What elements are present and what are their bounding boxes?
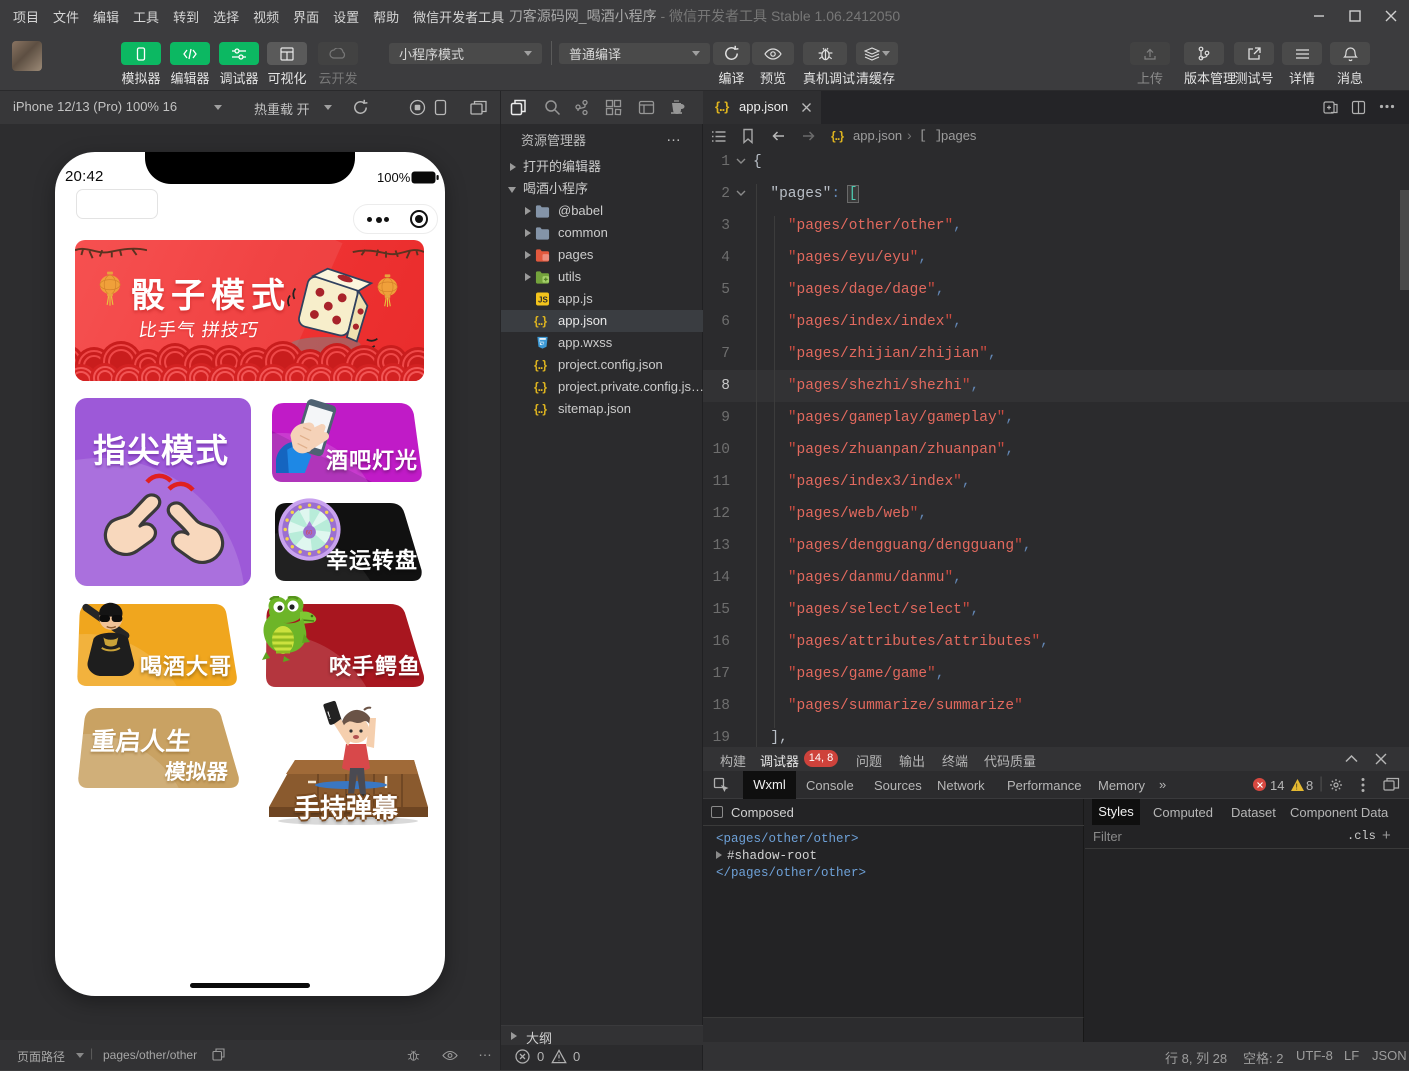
svg-text:60: 60 [306,531,313,537]
svg-text:!: ! [1296,783,1298,792]
svg-text:JS: JS [538,296,548,305]
